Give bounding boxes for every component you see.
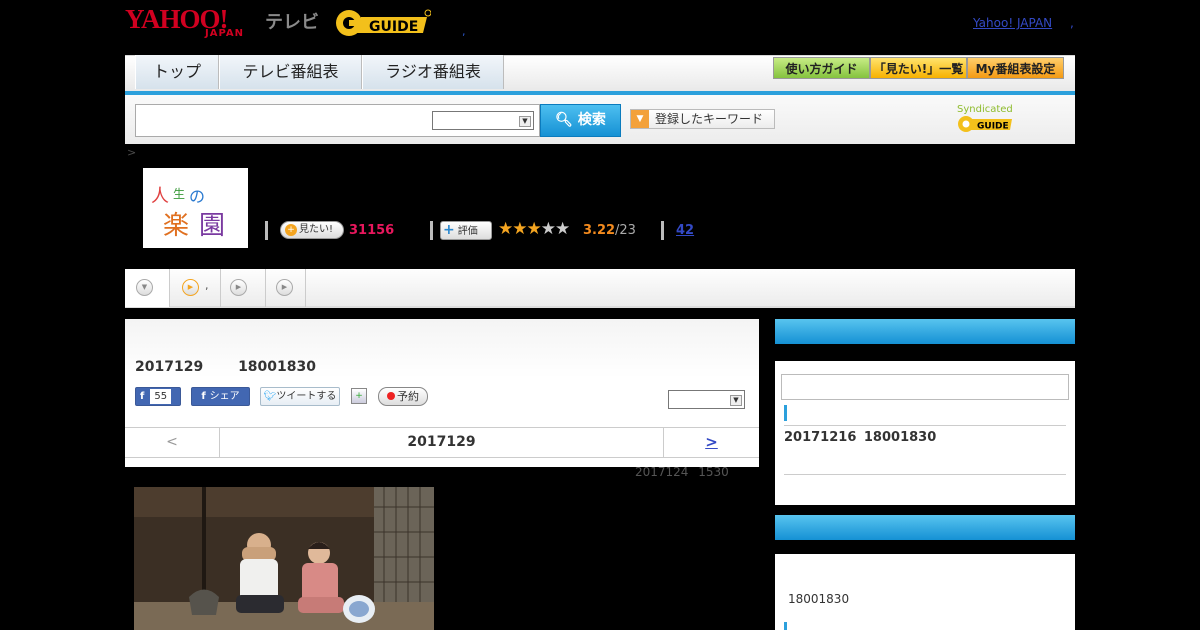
- facebook-icon: f: [201, 391, 206, 402]
- pager-current-date: 2017129: [220, 428, 664, 457]
- program-photo: [134, 487, 434, 630]
- reserve-label: 予約: [397, 390, 419, 403]
- twitter-bird-icon: 🐦︎: [263, 391, 277, 402]
- chevron-down-icon: ▼: [519, 116, 531, 127]
- watchlist-button[interactable]: 「見たい!」一覧: [870, 57, 967, 79]
- facebook-share-label: シェア: [209, 391, 240, 402]
- tv-logo-text: テレビ: [265, 12, 319, 33]
- pager-next-link[interactable]: >: [664, 428, 759, 457]
- info-divider: [265, 221, 268, 240]
- facebook-icon: f: [140, 391, 145, 402]
- nav-tab-radio-listings[interactable]: ラジオ番組表: [362, 55, 504, 89]
- side-panel-header-1: [775, 319, 1075, 344]
- pager-prev-link[interactable]: <: [125, 428, 220, 457]
- chevron-down-icon: ▼: [730, 395, 742, 406]
- svg-text:人: 人: [151, 186, 169, 207]
- next-broadcast-datetime: 20171216 18001830: [784, 430, 937, 445]
- program-thumbnail: 人 生 の 楽 園: [143, 168, 248, 248]
- yahoo-japan-logo-sub: JAPAN: [205, 28, 244, 39]
- info-divider: [430, 221, 433, 240]
- header-separator: ,: [462, 25, 466, 38]
- play-circle-icon: ▶: [230, 279, 247, 296]
- chevron-down-circle-icon: ▼: [136, 279, 153, 296]
- svg-text:生: 生: [173, 187, 185, 201]
- star-filled-icon: ★: [498, 219, 513, 239]
- tab-2[interactable]: ▶ ,: [170, 269, 221, 307]
- rating-value: 3.22: [583, 223, 616, 238]
- gguide-small-logo: GUIDE: [958, 116, 1012, 132]
- svg-text:楽: 楽: [163, 211, 189, 241]
- reviews-link[interactable]: 42: [676, 223, 694, 238]
- facebook-like-button[interactable]: f 55: [135, 387, 181, 406]
- tab-4[interactable]: ▶: [266, 269, 306, 307]
- broadcast-select[interactable]: ▼: [668, 390, 745, 409]
- rating-stars: ★★★★★: [498, 219, 570, 239]
- want-to-watch-button[interactable]: + 見たい!: [280, 221, 344, 239]
- breadcrumb: >: [127, 146, 137, 159]
- svg-text:GUIDE: GUIDE: [369, 19, 418, 35]
- nav-tab-tv-listings[interactable]: テレビ番組表: [219, 55, 362, 89]
- side-divider: [784, 474, 1066, 475]
- search-button[interactable]: 🔍︎ 検索: [540, 104, 621, 137]
- rate-button[interactable]: + 評価: [440, 221, 492, 240]
- info-divider: [661, 221, 664, 240]
- saved-keywords-label: 登録したキーワード: [655, 112, 764, 126]
- search-button-label: 検索: [577, 112, 606, 128]
- tweet-label: ツイートする: [276, 391, 337, 402]
- usage-guide-button[interactable]: 使い方ガイド: [773, 57, 870, 79]
- star-empty-icon: ★: [540, 219, 556, 239]
- tab-3[interactable]: ▶: [221, 269, 266, 307]
- my-listing-settings-button[interactable]: My番組表設定: [967, 57, 1064, 79]
- search-category-select[interactable]: ▼: [432, 111, 534, 130]
- record-dot-icon: [387, 392, 395, 400]
- header-link-comma: ,: [1070, 16, 1074, 30]
- rating-count: /23: [615, 223, 636, 238]
- side-panel-header-2: [775, 515, 1075, 540]
- plus-icon: +: [443, 222, 455, 238]
- facebook-like-count: 55: [150, 389, 172, 404]
- triangle-down-icon: ▼: [631, 110, 649, 128]
- gguide-logo: GUIDE: [336, 9, 431, 36]
- calendar-add-icon[interactable]: +: [351, 388, 367, 404]
- svg-text:の: の: [189, 187, 205, 206]
- play-circle-icon: ▶: [276, 279, 293, 296]
- plus-icon: +: [285, 224, 297, 236]
- side-section-marker: [784, 622, 787, 630]
- svg-text:園: 園: [199, 211, 225, 241]
- want-to-watch-label: 見たい!: [299, 224, 334, 235]
- tweet-button[interactable]: 🐦︎ツイートする: [260, 387, 340, 406]
- side-divider: [784, 425, 1066, 426]
- star-empty-icon: ★: [555, 219, 570, 239]
- side-section-marker: [784, 405, 787, 421]
- syndicated-label: Syndicated: [957, 104, 1013, 115]
- tab-2-label: ,: [205, 279, 209, 292]
- want-to-watch-count: 31156: [349, 223, 395, 238]
- broadcast-datetime: 2017129 18001830: [135, 359, 316, 375]
- facebook-share-button[interactable]: f シェア: [191, 387, 250, 406]
- play-circle-icon: ▶: [182, 279, 199, 296]
- svg-text:GUIDE: GUIDE: [977, 122, 1009, 132]
- record-reserve-button[interactable]: 予約: [378, 387, 428, 406]
- search-icon: 🔍︎: [555, 112, 573, 128]
- tab-1[interactable]: ▼: [125, 269, 170, 307]
- side-panel-input[interactable]: [781, 374, 1069, 400]
- side-broadcast-time: 18001830: [788, 592, 850, 606]
- rate-label: 評価: [457, 226, 478, 237]
- saved-keywords-button[interactable]: ▼ 登録したキーワード: [630, 109, 775, 129]
- syndicated-gguide-logo: Syndicated GUIDE: [957, 104, 1067, 133]
- star-filled-icon: ★: [512, 219, 527, 239]
- nav-tab-top[interactable]: トップ: [135, 55, 219, 89]
- star-filled-icon: ★: [526, 219, 542, 239]
- last-updated: 2017124 1530: [635, 465, 729, 479]
- yahoo-japan-link[interactable]: Yahoo! JAPAN: [973, 16, 1052, 30]
